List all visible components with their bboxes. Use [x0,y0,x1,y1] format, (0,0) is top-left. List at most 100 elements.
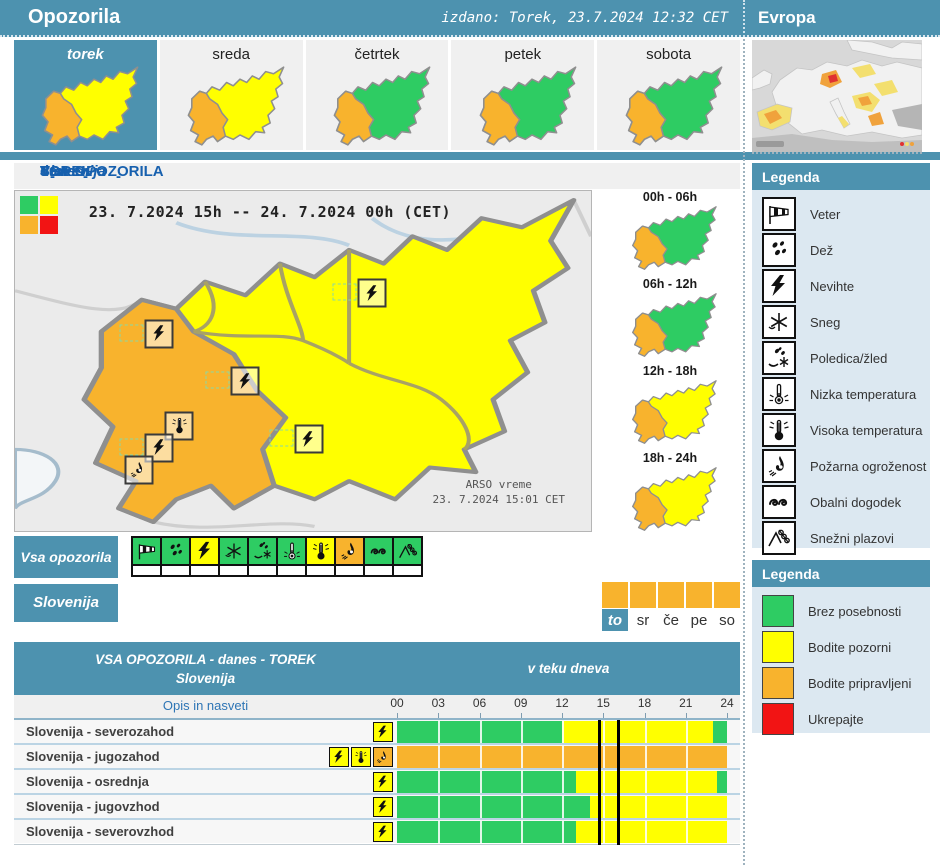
slovenia-warning-map: 23. 7.2024 15h -- 24. 7.2024 00h (CET) A… [14,190,592,532]
period-label: 00h - 06h [642,190,698,204]
table-row: Slovenija - severozahod [14,720,740,745]
poledica-zled-icon [762,341,796,375]
hour-tick [520,713,522,718]
slovenia-mini-map [600,205,740,271]
grid-line [685,720,688,743]
warning-filter-slot [247,566,278,577]
hour-tick [603,713,605,718]
tab-day-torek[interactable]: torek [14,40,157,150]
title-segment: Slovenija [40,163,106,180]
legend-item-pozarna-ogrozenost: Požarna ogroženost [762,448,930,484]
day-tabs: torek sreda četrtek petek sobota [14,40,740,150]
timeline-segment-green [397,795,590,818]
warning-filter-sneg[interactable] [218,536,249,577]
pozarna-ogrozenost-icon [334,536,365,566]
grid-line [438,720,441,743]
warning-filter-obalni-dogodek[interactable] [363,536,394,577]
nevihte-icon [762,269,796,303]
legend-item-visoka-temperatura: Visoka temperatura [762,412,930,448]
warning-filter-snezni-plazovi[interactable] [392,536,423,577]
warning-filter-nizka-temperatura[interactable] [276,536,307,577]
warnings-page: Opozorila izdano: Torek, 23.7.2024 12:32… [0,0,940,865]
obalni-dogodek-icon [363,536,394,566]
grid-line [685,770,688,793]
table-row: Slovenija - jugozahod [14,745,740,770]
day-select-pe[interactable]: pe [686,582,712,631]
nizka-temperatura-icon [762,377,796,411]
warning-filter-nevihte[interactable] [189,536,220,577]
hour-tick [397,713,398,718]
table-header-line2: Slovenija [175,670,236,686]
hour-tick [644,713,646,718]
grid-line [479,770,482,793]
legend-level-orange: Bodite pripravljeni [762,665,930,701]
legend-level-label: Ukrepajte [808,711,864,727]
region-row-label: Slovenija - jugovzhod [26,799,160,814]
tab-day-petek[interactable]: petek [451,40,595,150]
legend-item-nizka-temperatura: Nizka temperatura [762,376,930,412]
tab-label: sobota [646,46,692,63]
snezni-plazovi-icon [392,536,423,566]
grid-line [685,820,688,843]
warning-filter-pozarna-ogrozenost[interactable] [334,536,365,577]
hour-label: 21 [679,696,693,710]
day-select-so[interactable]: so [714,582,740,631]
all-warnings-row: Vsa opozorila [14,536,740,580]
day-select-če[interactable]: če [658,582,684,631]
hour-label: 18 [637,696,652,710]
table-row: Slovenija - jugovzhod [14,795,740,820]
warning-filter-poledica-zled[interactable] [247,536,278,577]
nevihte-icon [373,721,393,742]
hour-label: 00 [390,696,404,710]
warning-filter-slot [392,566,423,577]
region-row-label: Slovenija - osrednja [26,774,149,789]
map-credit-source: ARSO vreme [465,478,532,491]
tab-label: petek [504,46,542,63]
grid-line [479,745,482,768]
grid-line [479,720,482,743]
tab-day-sreda[interactable]: sreda [159,40,303,150]
grid-line [479,820,482,843]
legend-item-label: Visoka temperatura [810,422,923,438]
nevihte-icon [205,366,260,396]
tab-day-sobota[interactable]: sobota [597,40,740,150]
slovenia-mini-map [600,379,740,445]
timeline-segment-green [717,770,727,793]
day-abbrev: če [663,611,679,629]
day-select-to[interactable]: to [602,582,628,631]
day-select-sr[interactable]: sr [630,582,656,631]
row-warning-icons [310,771,397,792]
warning-filter-slot [334,566,365,577]
dez-icon [160,536,191,566]
table-rows: Slovenija - severozahod Slovenija - jugoz… [14,720,740,843]
warning-filter-slot [160,566,191,577]
slovenia-mini-map [597,65,740,147]
nevihte-icon [329,746,349,767]
row-warning-icons [310,721,397,742]
warning-filter-slot [189,566,220,577]
legend-item-label: Poledica/žled [810,350,888,366]
timeline-segment-yellow [589,795,727,818]
day-abbrev: sr [636,611,650,629]
grid-line [438,795,441,818]
dez-icon [762,233,796,267]
region-row-label: Slovenija - severozahod [26,724,175,739]
sidebar-divider [743,0,745,865]
warning-filter-dez[interactable] [160,536,191,577]
map-credit: ARSO vreme 23. 7.2024 15:01 CET [433,477,565,507]
warning-filter-slot [305,566,336,577]
period-map-2: 06h - 12h [600,277,740,358]
hour-label: 03 [431,696,445,710]
warning-filter-visoka-temperatura[interactable] [305,536,336,577]
slovenia-mini-map [600,292,740,358]
grid-line [479,795,482,818]
timeline-segment-green [713,720,727,743]
grid-line [438,745,441,768]
nizka-temperatura-icon [276,536,307,566]
europe-map-thumbnail[interactable] [751,39,923,154]
grid-line [562,745,564,768]
warning-filter-veter[interactable] [131,536,162,577]
grid-line [644,820,647,843]
grid-line [520,795,523,818]
tab-day-četrtek[interactable]: četrtek [305,40,449,150]
